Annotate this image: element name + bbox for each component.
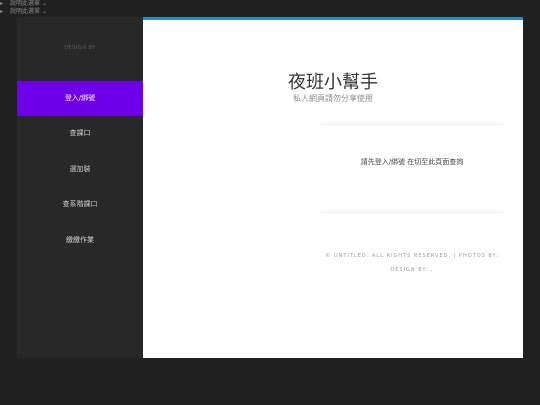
breadcrumb-row[interactable]: ▸ 說明此選單 ⌄	[0, 0, 47, 8]
sidebar-item-label: 查系階課口	[62, 200, 98, 208]
sidebar-logo: DESIGN BY	[64, 45, 96, 51]
sidebar-item-login[interactable]: 登入/綁號	[17, 81, 163, 116]
breadcrumb-row[interactable]: ▸ 說明此選單 ⌄	[0, 8, 47, 16]
footer: © UNTITLED. ALL RIGHTS RESERVED. | PHOTO…	[321, 249, 503, 277]
chevron-right-icon: ▸	[0, 0, 4, 7]
chevron-down-icon: ⌄	[41, 8, 47, 15]
sidebar-item-add-course[interactable]: 選加裝	[17, 152, 143, 187]
page-subtitle: 私人網頁請勿分享使用	[293, 94, 373, 103]
breadcrumb-label: 說明此選單	[10, 8, 41, 15]
chevron-down-icon: ⌄	[41, 0, 47, 7]
sidebar-item-department-course[interactable]: 查系階課口	[17, 187, 143, 222]
main-content: 夜班小幫手 私人網頁請勿分享使用 請先登入/綁號 在切至此頁面查詢 © UNTI…	[143, 17, 523, 358]
breadcrumb-label: 說明此選單	[10, 0, 41, 7]
footer-design-credit: DESIGN BY: .	[390, 267, 434, 273]
page-title: 夜班小幫手	[288, 72, 378, 93]
login-notice: 請先登入/綁號 在切至此頁面查詢	[360, 158, 464, 166]
sidebar-item-homework[interactable]: 繳繳作業	[17, 223, 143, 258]
sidebar-item-query-course[interactable]: 查課口	[17, 116, 143, 151]
sidebar-item-label: 查課口	[69, 129, 91, 137]
sidebar: DESIGN BY 登入/綁號 查課口 選加裝 查系階課口 繳繳作業	[17, 17, 163, 358]
sidebar-item-label: 登入/綁號	[64, 94, 96, 102]
sidebar-item-label: 繳繳作業	[66, 236, 94, 244]
chevron-right-icon: ▸	[0, 8, 4, 15]
divider	[321, 124, 503, 125]
footer-copyright: © UNTITLED. ALL RIGHTS RESERVED. | PHOTO…	[325, 253, 499, 259]
divider	[321, 212, 503, 213]
top-breadcrumb: ▸ 說明此選單 ⌄ ▸ 說明此選單 ⌄	[0, 0, 540, 17]
sidebar-item-label: 選加裝	[69, 165, 91, 173]
